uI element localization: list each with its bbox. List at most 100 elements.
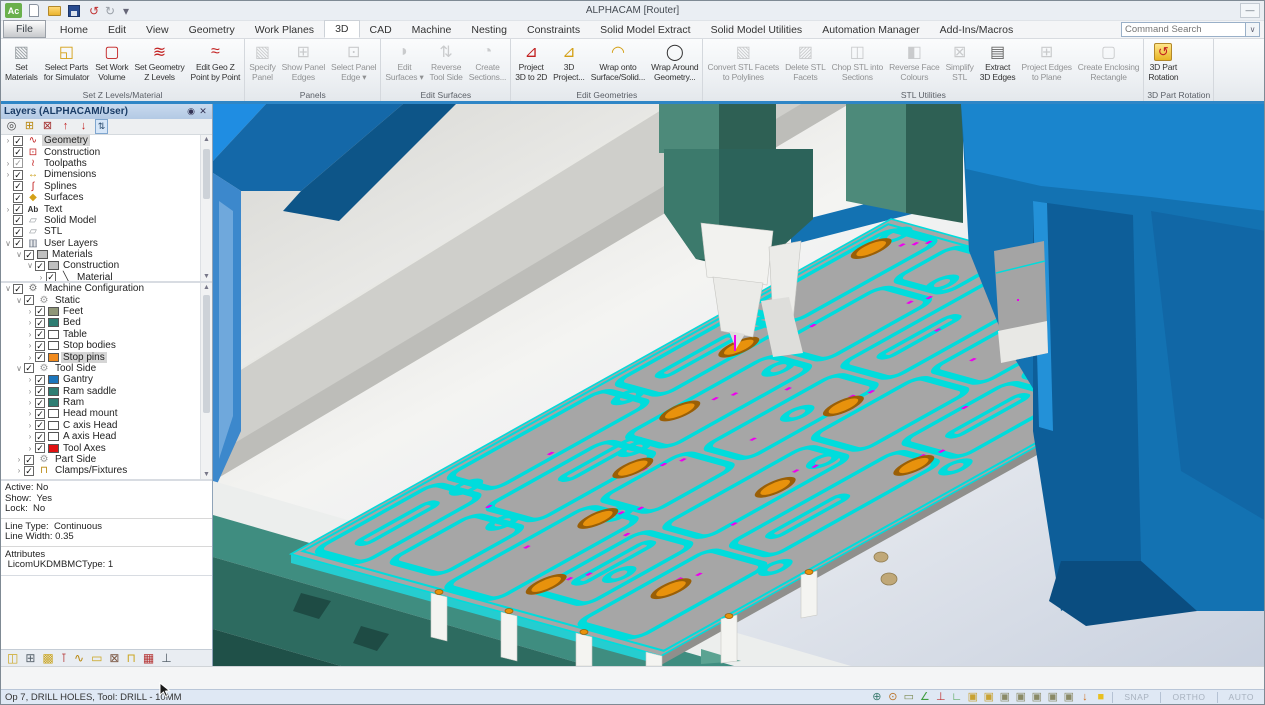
layer-checkbox[interactable]: ✓ [13,215,23,225]
layer-checkbox[interactable]: ✓ [35,341,45,351]
layer-checkbox[interactable]: ✓ [13,181,23,191]
layer-checkbox[interactable]: ✓ [35,443,45,453]
collapse-icon[interactable]: ∨ [25,261,35,270]
collapse-icon[interactable]: ∨ [3,284,13,293]
layer-checkbox[interactable]: ✓ [35,420,45,430]
command-search-dropdown-icon[interactable]: ∨ [1246,22,1260,37]
sheets-tab-icon[interactable]: ⊠ [109,651,119,666]
toggle-ortho[interactable]: ORTHO [1166,692,1211,702]
work-plane-icon[interactable]: ■ [1094,691,1107,704]
layer-row-ram[interactable]: ›✓Ram [1,397,212,408]
layer-checkbox[interactable]: ✓ [13,238,23,248]
axes-tab-icon[interactable]: ⊥ [161,651,171,666]
layer-checkbox[interactable]: ✓ [13,158,23,168]
project-3d-to-2d-button[interactable]: ⊿Project3D to 2D [512,40,550,82]
expand-icon[interactable]: › [14,466,24,475]
tab-solid-model-extract[interactable]: Solid Model Extract [590,22,700,38]
collapse-icon[interactable]: ∨ [14,296,24,305]
extract-3d-edges-button[interactable]: ▤Extract3D Edges [977,40,1019,82]
expand-icon[interactable]: › [25,375,35,384]
3d-project-button[interactable]: ⊿3DProject... [550,40,588,82]
window-select-icon[interactable]: ▭ [902,691,915,704]
layer-checkbox[interactable]: ✓ [35,306,45,316]
tree-scrollbar[interactable]: ▲▼ [200,283,212,479]
expand-icon[interactable]: › [25,432,35,441]
move-up-icon[interactable]: ↑ [59,120,72,133]
grid-tab-icon[interactable]: ▦ [143,651,154,666]
layer-checkbox[interactable]: ✓ [13,147,23,157]
layer-row-solid-model[interactable]: ✓▱Solid Model [1,215,212,226]
layer-checkbox[interactable]: ✓ [35,375,45,385]
layer-row-user-layers[interactable]: ∨✓▥User Layers [1,238,212,249]
view-back-icon[interactable]: ▣ [1046,691,1059,704]
sort-layers-icon[interactable]: ⇅ [95,119,108,134]
view-left-icon[interactable]: ▣ [1030,691,1043,704]
layer-row-surfaces[interactable]: ✓◆Surfaces [1,192,212,203]
collapse-icon[interactable]: ∨ [3,239,13,248]
tab-add-ins-macros[interactable]: Add-Ins/Macros [930,22,1024,38]
view-top-icon[interactable]: ▣ [966,691,979,704]
wrap-onto-surface-solid-button[interactable]: ◠Wrap ontoSurface/Solid... [588,40,648,82]
expand-icon[interactable]: › [3,205,13,214]
layer-checkbox[interactable]: ✓ [13,227,23,237]
layer-row-table[interactable]: ›✓Table [1,329,212,340]
edit-geo-z-point-by-point-button[interactable]: ≈Edit Geo ZPoint by Point [188,40,244,82]
materials-tab-icon[interactable]: ▩ [42,651,53,666]
delete-layer-icon[interactable]: ⊠ [41,120,54,133]
layer-checkbox[interactable]: ✓ [35,409,45,419]
collapse-icon[interactable]: ∨ [14,364,24,373]
tree-scrollbar[interactable]: ▲▼ [200,135,212,281]
close-icon[interactable]: ✕ [197,106,209,117]
view-bottom-icon[interactable]: ▣ [1062,691,1075,704]
tab-file[interactable]: File [3,20,46,38]
command-search-input[interactable] [1121,22,1246,37]
move-down-icon[interactable]: ↓ [77,120,90,133]
expand-icon[interactable]: › [25,398,35,407]
tab-geometry[interactable]: Geometry [179,22,245,38]
tools-tab-icon[interactable]: ⊺ [61,651,67,666]
tab-automation-manager[interactable]: Automation Manager [812,22,929,38]
collapse-icon[interactable]: ∨ [14,250,24,259]
layer-row-ram-saddle[interactable]: ›✓Ram saddle [1,386,212,397]
toggle-auto[interactable]: AUTO [1223,692,1260,702]
tab-solid-model-utilities[interactable]: Solid Model Utilities [701,22,813,38]
layer-row-static[interactable]: ∨✓⚙Static [1,294,212,305]
operations-tab-icon[interactable]: ∿ [74,651,84,666]
expand-icon[interactable]: › [3,159,13,168]
set-materials-button[interactable]: ▧SetMaterials [2,40,41,82]
3d-part-rotation-button[interactable]: ↺3D PartRotation [1145,40,1181,82]
expand-icon[interactable]: › [25,387,35,396]
expand-icon[interactable]: › [3,170,13,179]
layer-row-stl[interactable]: ✓▱STL [1,226,212,237]
find-layer-icon[interactable]: ◎ [5,120,18,133]
layer-row-c-axis-head[interactable]: ›✓C axis Head [1,420,212,431]
select-parts-for-simulator-button[interactable]: ◱Select Partsfor Simulator [41,40,93,82]
layer-row-machine-configuration[interactable]: ∨✓⚙Machine Configuration [1,283,212,294]
tab-nesting[interactable]: Nesting [461,22,517,38]
axes-xyz-icon[interactable]: ⊥ [934,691,947,704]
layer-row-construction[interactable]: ✓⊡Construction [1,146,212,157]
layer-checkbox[interactable]: ✓ [24,466,34,476]
tab-edit[interactable]: Edit [98,22,136,38]
tab-work-planes[interactable]: Work Planes [245,22,324,38]
layer-checkbox[interactable]: ✓ [13,204,23,214]
layer-row-gantry[interactable]: ›✓Gantry [1,374,212,385]
tab-machine[interactable]: Machine [402,22,462,38]
layer-row-feet[interactable]: ›✓Feet [1,306,212,317]
layer-row-clamps-fixtures[interactable]: ›✓⊓Clamps/Fixtures [1,465,212,476]
layer-row-toolpaths[interactable]: ›✓≀Toolpaths [1,158,212,169]
set-work-volume-button[interactable]: ▢Set WorkVolume [92,40,131,82]
expand-icon[interactable]: › [36,273,46,282]
layer-checkbox[interactable]: ✓ [24,363,34,373]
expand-icon[interactable]: › [25,421,35,430]
axes-plane-icon[interactable]: ∟ [950,691,963,704]
layer-checkbox[interactable]: ✓ [35,261,45,271]
layer-checkbox[interactable]: ✓ [13,284,23,294]
layer-checkbox[interactable]: ✓ [35,329,45,339]
layer-row-tool-side[interactable]: ∨✓⚙Tool Side [1,363,212,374]
layer-row-text[interactable]: ›✓AbText [1,203,212,214]
tab-cad[interactable]: CAD [360,22,402,38]
layer-checkbox[interactable]: ✓ [35,398,45,408]
clamps-tab-icon[interactable]: ⊓ [126,651,135,666]
layer-checkbox[interactable]: ✓ [46,272,56,282]
